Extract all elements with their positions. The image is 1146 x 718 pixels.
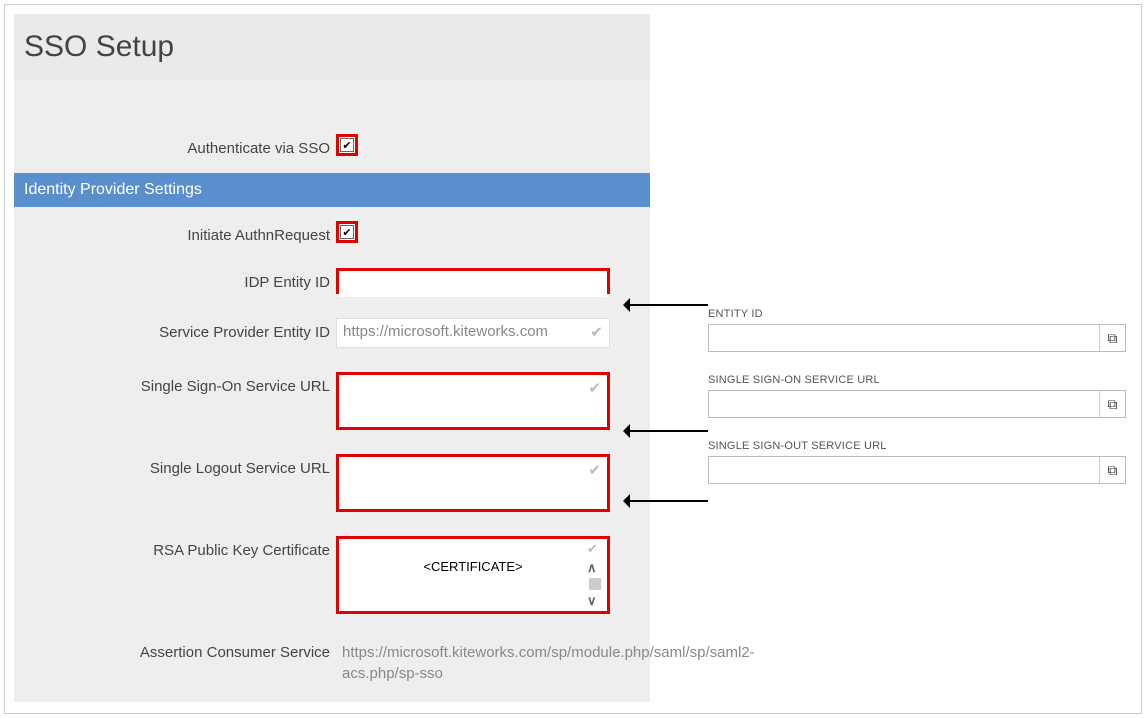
sso-url-source-label: SINGLE SIGN-ON SERVICE URL [708,374,1126,386]
copy-icon: ⧉ [1108,462,1118,479]
sso-url-row: Single Sign-On Service URL ✔ [14,368,650,434]
initiate-authnrequest-checkbox[interactable]: ✔ [336,221,358,243]
check-icon: ✔ [588,461,601,479]
auth-via-sso-row: Authenticate via SSO ✔ [14,130,650,161]
sp-entity-id-row: Service Provider Entity ID https://micro… [14,314,650,352]
page-title-bar: SSO Setup [14,14,650,80]
slo-url-source-label: SINGLE SIGN-OUT SERVICE URL [708,440,1126,452]
copy-icon: ⧉ [1108,330,1118,347]
entity-id-source-row: ENTITY ID ⧉ [708,308,1126,352]
acs-row: Assertion Consumer Service https://micro… [14,634,650,692]
scroll-thumb[interactable] [589,578,601,590]
idp-entity-id-label: IDP Entity ID [14,268,336,291]
sp-entity-id-value: https://microsoft.kiteworks.com [337,319,583,344]
idp-entity-id-row: IDP Entity ID [14,264,650,298]
copy-button[interactable]: ⧉ [1099,325,1125,351]
idp-entity-id-field[interactable] [339,271,607,297]
sp-entity-id-label: Service Provider Entity ID [14,318,336,341]
slo-url-source-row: SINGLE SIGN-OUT SERVICE URL ⧉ [708,440,1126,484]
idp-entity-id-input[interactable] [336,268,610,294]
initiate-authnrequest-row: Initiate AuthnRequest ✔ [14,217,650,248]
mapping-arrow [628,430,708,432]
check-icon: ✔ [588,379,601,397]
check-icon: ✔ [590,323,603,341]
sso-url-label: Single Sign-On Service URL [14,372,336,395]
slo-url-input[interactable]: ✔ [336,454,610,512]
sso-setup-panel: SSO Setup Authenticate via SSO ✔ Identit… [14,14,650,702]
source-values-panel: ENTITY ID ⧉ SINGLE SIGN-ON SERVICE URL ⧉… [708,308,1126,506]
acs-value: https://microsoft.kiteworks.com/sp/modul… [336,638,582,688]
initiate-authnrequest-label: Initiate AuthnRequest [14,221,336,244]
rsa-cert-label: RSA Public Key Certificate [14,536,336,559]
auth-via-sso-checkbox[interactable]: ✔ [336,134,358,156]
slo-url-row: Single Logout Service URL ✔ [14,450,650,516]
rsa-cert-row: RSA Public Key Certificate <CERTIFICATE>… [14,532,650,618]
acs-label: Assertion Consumer Service [14,638,336,661]
scroll-down-icon[interactable]: ∨ [587,593,603,609]
check-icon: ✔ [587,541,603,557]
sso-url-source-input[interactable] [709,391,1099,417]
copy-icon: ⧉ [1108,396,1118,413]
copy-button[interactable]: ⧉ [1099,457,1125,483]
copy-button[interactable]: ⧉ [1099,391,1125,417]
page-title: SSO Setup [24,30,174,63]
sso-url-source-row: SINGLE SIGN-ON SERVICE URL ⧉ [708,374,1126,418]
idp-settings-header: Identity Provider Settings [14,173,650,207]
entity-id-source-label: ENTITY ID [708,308,1126,320]
sso-url-input[interactable]: ✔ [336,372,610,430]
slo-url-label: Single Logout Service URL [14,454,336,477]
slo-url-source-input[interactable] [709,457,1099,483]
rsa-cert-input[interactable]: <CERTIFICATE> ✔ ∧ ∨ [336,536,610,614]
form-area: Authenticate via SSO ✔ Identity Provider… [14,80,650,702]
textarea-scrollbar[interactable]: ✔ ∧ ∨ [587,541,603,609]
rsa-cert-placeholder: <CERTIFICATE> [339,539,607,574]
auth-via-sso-label: Authenticate via SSO [14,134,336,157]
entity-id-source-input[interactable] [709,325,1099,351]
mapping-arrow [628,304,708,306]
scroll-up-icon[interactable]: ∧ [587,560,603,576]
mapping-arrow [628,500,708,502]
